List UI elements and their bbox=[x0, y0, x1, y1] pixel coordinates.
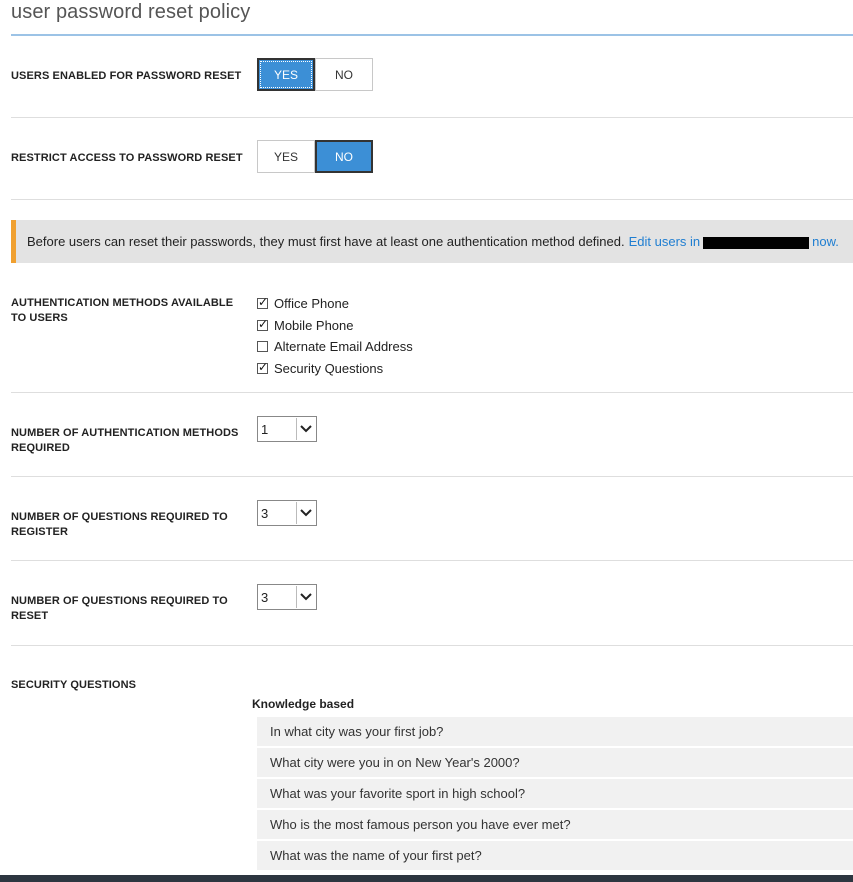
edit-users-link-prefix: Edit users in bbox=[628, 234, 701, 249]
knowledge-based-heading: Knowledge based bbox=[252, 697, 355, 711]
auth-methods-label: AUTHENTICATION METHODS AVAILABLE TO USER… bbox=[11, 297, 234, 324]
info-banner: Before users can reset their passwords, … bbox=[11, 220, 853, 263]
title-underline bbox=[11, 34, 853, 36]
auth-method-alternate-email: Alternate Email Address bbox=[257, 336, 413, 358]
methods-required-value: 1 bbox=[261, 422, 269, 437]
auth-methods-list: ✓ Office Phone ✓ Mobile Phone Alternate … bbox=[257, 293, 413, 379]
divider bbox=[11, 476, 853, 477]
list-item[interactable]: Who is the most famous person you have e… bbox=[257, 810, 853, 839]
checkmark-icon: ✓ bbox=[258, 295, 269, 310]
users-enabled-yes-button[interactable]: YES bbox=[257, 58, 315, 91]
restrict-access-toggle: YES NO bbox=[257, 140, 373, 173]
auth-method-office-phone: ✓ Office Phone bbox=[257, 293, 413, 315]
list-item[interactable]: What was your favorite sport in high sch… bbox=[257, 779, 853, 808]
divider bbox=[11, 199, 853, 200]
restrict-access-no-button[interactable]: NO bbox=[315, 140, 373, 173]
office-phone-label: Office Phone bbox=[274, 296, 349, 312]
users-enabled-toggle: YES NO bbox=[257, 58, 373, 91]
list-item[interactable]: What was the name of your first pet? bbox=[257, 841, 853, 870]
edit-users-link-suffix: now. bbox=[812, 234, 839, 249]
list-item[interactable]: In what city was your first job? bbox=[257, 717, 853, 746]
methods-required-select[interactable]: 1 bbox=[257, 416, 317, 442]
divider bbox=[11, 117, 853, 118]
questions-register-select[interactable]: 3 bbox=[257, 500, 317, 526]
chevron-down-icon bbox=[296, 418, 315, 440]
auth-method-security-questions: ✓ Security Questions bbox=[257, 358, 413, 380]
list-item[interactable]: What city were you in on New Year's 2000… bbox=[257, 748, 853, 777]
mobile-phone-label: Mobile Phone bbox=[274, 317, 354, 333]
info-banner-text: Before users can reset their passwords, … bbox=[27, 234, 625, 249]
questions-reset-value: 3 bbox=[261, 590, 269, 605]
questions-register-label: NUMBER OF QUESTIONS REQUIRED TO REGISTER bbox=[11, 511, 228, 538]
security-questions-section-label: SECURITY QUESTIONS bbox=[11, 679, 137, 691]
office-phone-checkbox[interactable]: ✓ bbox=[257, 295, 269, 310]
page-title: user password reset policy bbox=[11, 1, 251, 23]
restrict-access-label: RESTRICT ACCESS TO PASSWORD RESET bbox=[11, 152, 243, 164]
divider bbox=[11, 392, 853, 393]
questions-reset-label: NUMBER OF QUESTIONS REQUIRED TO RESET bbox=[11, 595, 228, 622]
restrict-access-yes-button[interactable]: YES bbox=[257, 140, 315, 173]
edit-users-link[interactable]: Edit users in now. bbox=[629, 234, 839, 249]
security-questions-label: Security Questions bbox=[274, 360, 384, 376]
bottom-command-bar bbox=[0, 875, 853, 882]
alternate-email-checkbox[interactable] bbox=[257, 341, 268, 353]
chevron-down-icon bbox=[296, 586, 315, 608]
divider bbox=[11, 645, 853, 646]
alternate-email-label: Alternate Email Address bbox=[274, 339, 413, 355]
methods-required-label: NUMBER OF AUTHENTICATION METHODS REQUIRE… bbox=[11, 427, 239, 454]
mobile-phone-checkbox[interactable]: ✓ bbox=[257, 316, 269, 331]
checkmark-icon: ✓ bbox=[258, 359, 269, 374]
checkmark-icon: ✓ bbox=[258, 316, 269, 331]
users-enabled-label: USERS ENABLED FOR PASSWORD RESET bbox=[11, 70, 242, 82]
chevron-down-icon bbox=[296, 502, 315, 524]
security-questions-checkbox[interactable]: ✓ bbox=[257, 359, 269, 374]
questions-reset-select[interactable]: 3 bbox=[257, 584, 317, 610]
questions-register-value: 3 bbox=[261, 506, 269, 521]
redacted-text bbox=[703, 236, 810, 249]
divider bbox=[11, 560, 853, 561]
users-enabled-no-button[interactable]: NO bbox=[315, 58, 373, 91]
auth-method-mobile-phone: ✓ Mobile Phone bbox=[257, 315, 413, 337]
security-questions-list: In what city was your first job? What ci… bbox=[257, 717, 853, 872]
